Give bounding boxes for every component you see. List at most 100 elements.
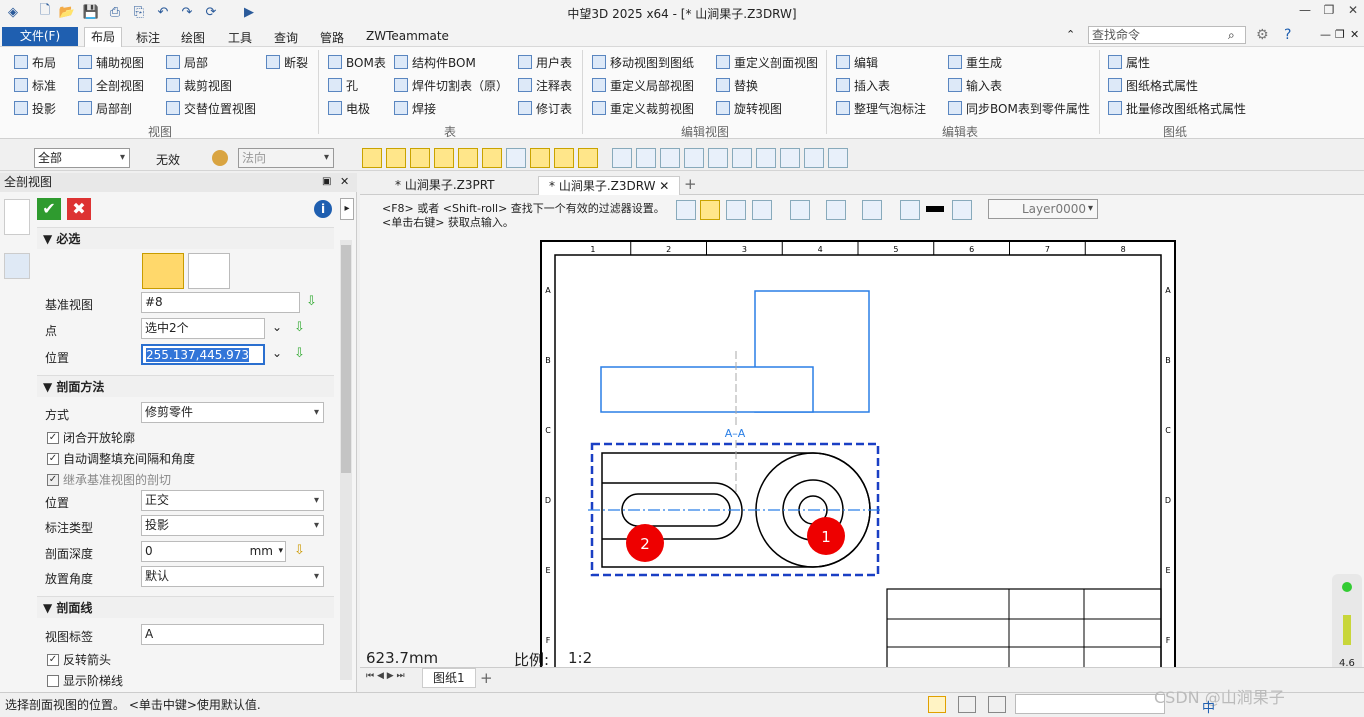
tab-layout[interactable]: 布局 (84, 27, 123, 47)
ribbon-sync-bom-button[interactable]: 同步BOM表到零件属性 (948, 98, 1090, 118)
view-label-field[interactable]: A (141, 624, 324, 645)
ribbon-layout-button[interactable]: 布局 (14, 52, 56, 72)
panel-expand-icon[interactable]: ▸ (340, 198, 354, 220)
ribbon-redefine-crop-button[interactable]: 重定义裁剪视图 (592, 98, 694, 118)
mode-select[interactable]: 修剪零件 (141, 402, 324, 423)
view-tool-icon[interactable] (756, 148, 776, 168)
inherit-section-checkbox[interactable]: ✓ 继承基准视图的剖切 (47, 471, 171, 488)
depth-pick-icon[interactable]: ⇩ (294, 543, 305, 558)
ribbon-rotate-view-button[interactable]: 旋转视图 (716, 98, 782, 118)
view-tool-icon[interactable] (636, 148, 656, 168)
doc-restore-icon[interactable]: ❐ (1335, 28, 1345, 41)
ribbon-replace-button[interactable]: 替换 (716, 75, 758, 95)
ribbon-edit-button[interactable]: 编辑 (836, 52, 878, 72)
ribbon-standard-button[interactable]: 标准 (14, 75, 56, 95)
doc-close-icon[interactable]: ✕ (1350, 28, 1359, 41)
close-icon[interactable]: ✕ (1342, 3, 1364, 21)
angle-select[interactable]: 默认 (141, 566, 324, 587)
pick-icon[interactable] (212, 150, 228, 166)
base-view-field[interactable]: #8 (141, 292, 300, 313)
command-search-input[interactable]: 查找命令 (1088, 26, 1246, 44)
reverse-arrow-checkbox[interactable]: ✓ 反转箭头 (47, 651, 111, 668)
ribbon-balloon-button[interactable]: 整理气泡标注 (836, 98, 926, 118)
ribbon-move-view-button[interactable]: 移动视图到图纸 (592, 52, 694, 72)
section-method[interactable]: ▼ 剖面方法 (37, 375, 334, 397)
ribbon-crop-view-button[interactable]: 裁剪视图 (166, 75, 232, 95)
ribbon-struct-bom-button[interactable]: 结构件BOM (394, 52, 476, 72)
ribbon-hole-button[interactable]: 孔 (328, 75, 358, 95)
expand-list-icon[interactable]: ⌄ (272, 320, 282, 334)
pick-arrow-icon[interactable]: ⇩ (294, 346, 305, 361)
section-type-aligned-icon[interactable] (188, 253, 230, 289)
ribbon-import-table-button[interactable]: 输入表 (948, 75, 1002, 95)
ribbon-full-section-button[interactable]: 全剖视图 (78, 75, 144, 95)
tab-query[interactable]: 查询 (274, 29, 298, 46)
ribbon-electrode-button[interactable]: 电极 (328, 98, 370, 118)
file-menu[interactable]: 文件(F) (2, 27, 78, 46)
snap-points-icon[interactable] (386, 148, 406, 168)
cancel-x-icon[interactable]: ✖ (67, 198, 91, 220)
list-icon[interactable] (988, 696, 1006, 713)
ribbon-regenerate-button[interactable]: 重生成 (948, 52, 1002, 72)
tab-annotate[interactable]: 标注 (136, 29, 160, 46)
view-tool-icon[interactable] (780, 148, 800, 168)
search-icon[interactable]: ⌕ (1228, 28, 1235, 43)
pos-select[interactable]: 正交 (141, 490, 324, 511)
snap-circle-icon[interactable] (482, 148, 502, 168)
ribbon-weld-cut-button[interactable]: 焊件切割表（原） (394, 75, 508, 95)
panel-scroll-thumb[interactable] (341, 245, 351, 473)
ribbon-redefine-detail-button[interactable]: 重定义局部视图 (592, 75, 694, 95)
ribbon-projection-button[interactable]: 投影 (14, 98, 56, 118)
ribbon-broken-out-button[interactable]: 局部剖 (78, 98, 132, 118)
help-icon[interactable]: ? (1284, 27, 1291, 43)
pick-arrow-icon[interactable]: ⇩ (294, 320, 305, 335)
auto-adjust-fill-checkbox[interactable]: ✓ 自动调整填充间隔和角度 (47, 450, 195, 467)
minimize-icon[interactable]: — (1294, 3, 1316, 21)
snap-play-icon[interactable] (362, 148, 382, 168)
status-toggle-icon[interactable] (928, 696, 946, 713)
tab-drawing-doc[interactable]: * 山涧果子.Z3DRW ✕ (538, 176, 681, 195)
section-required[interactable]: ▼ 必选 (37, 227, 334, 249)
ribbon-weld-button[interactable]: 焊接 (394, 98, 436, 118)
view-tool-icon[interactable] (612, 148, 632, 168)
status-input[interactable] (1015, 694, 1165, 714)
view-tool-icon[interactable] (804, 148, 824, 168)
point-field[interactable]: 选中2个 (141, 318, 265, 339)
close-open-contour-checkbox[interactable]: ✓ 闭合开放轮廓 (47, 429, 135, 446)
dim-type-select[interactable]: 投影 (141, 515, 324, 536)
panel-float-icon[interactable]: ▣ (322, 176, 331, 187)
snap-tangent-icon[interactable] (578, 148, 598, 168)
show-step-line-checkbox[interactable]: 显示阶梯线 (47, 672, 123, 689)
tab-zwteammate[interactable]: ZWTeammate (366, 29, 449, 46)
section-line[interactable]: ▼ 剖面线 (37, 596, 334, 618)
restore-icon[interactable]: ❐ (1318, 3, 1340, 21)
view-tool-icon[interactable] (708, 148, 728, 168)
position-field[interactable]: 255.137,445.973 (141, 344, 265, 365)
ribbon-properties-button[interactable]: 属性 (1108, 52, 1150, 72)
info-icon[interactable]: i (314, 200, 332, 218)
collapse-ribbon-icon[interactable]: ⌃ (1066, 28, 1075, 41)
snap-line-icon[interactable] (410, 148, 430, 168)
ime-indicator[interactable]: 中 (1202, 697, 1215, 716)
panel-tab-view-icon[interactable] (4, 253, 30, 279)
ribbon-insert-table-button[interactable]: 插入表 (836, 75, 890, 95)
pick-arrow-icon[interactable]: ⇩ (306, 294, 317, 309)
depth-field[interactable]: 0 mm ▾ (141, 541, 286, 562)
expand-list-icon[interactable]: ⌄ (272, 346, 282, 360)
display-icon[interactable] (958, 696, 976, 713)
view-tool-icon[interactable] (660, 148, 680, 168)
ribbon-alt-position-button[interactable]: 交替位置视图 (166, 98, 256, 118)
add-sheet-icon[interactable]: + (480, 669, 493, 687)
ribbon-break-button[interactable]: 断裂 (266, 52, 308, 72)
sheet-nav-icon[interactable]: ⏮ ◀ ▶ ⏭ (366, 671, 405, 681)
ribbon-bom-button[interactable]: BOM表 (328, 52, 386, 72)
section-type-full-icon[interactable] (142, 253, 184, 289)
snap-wave-icon[interactable] (530, 148, 550, 168)
ribbon-user-table-button[interactable]: 用户表 (518, 52, 572, 72)
view-tool-icon[interactable] (684, 148, 704, 168)
panel-tab-section-icon[interactable] (4, 199, 30, 235)
snap-arc-icon[interactable] (554, 148, 574, 168)
panel-close-icon[interactable]: ✕ (340, 175, 349, 188)
ribbon-sheet-format-button[interactable]: 图纸格式属性 (1108, 75, 1198, 95)
sheet-tab-1[interactable]: 图纸1 (422, 668, 476, 688)
